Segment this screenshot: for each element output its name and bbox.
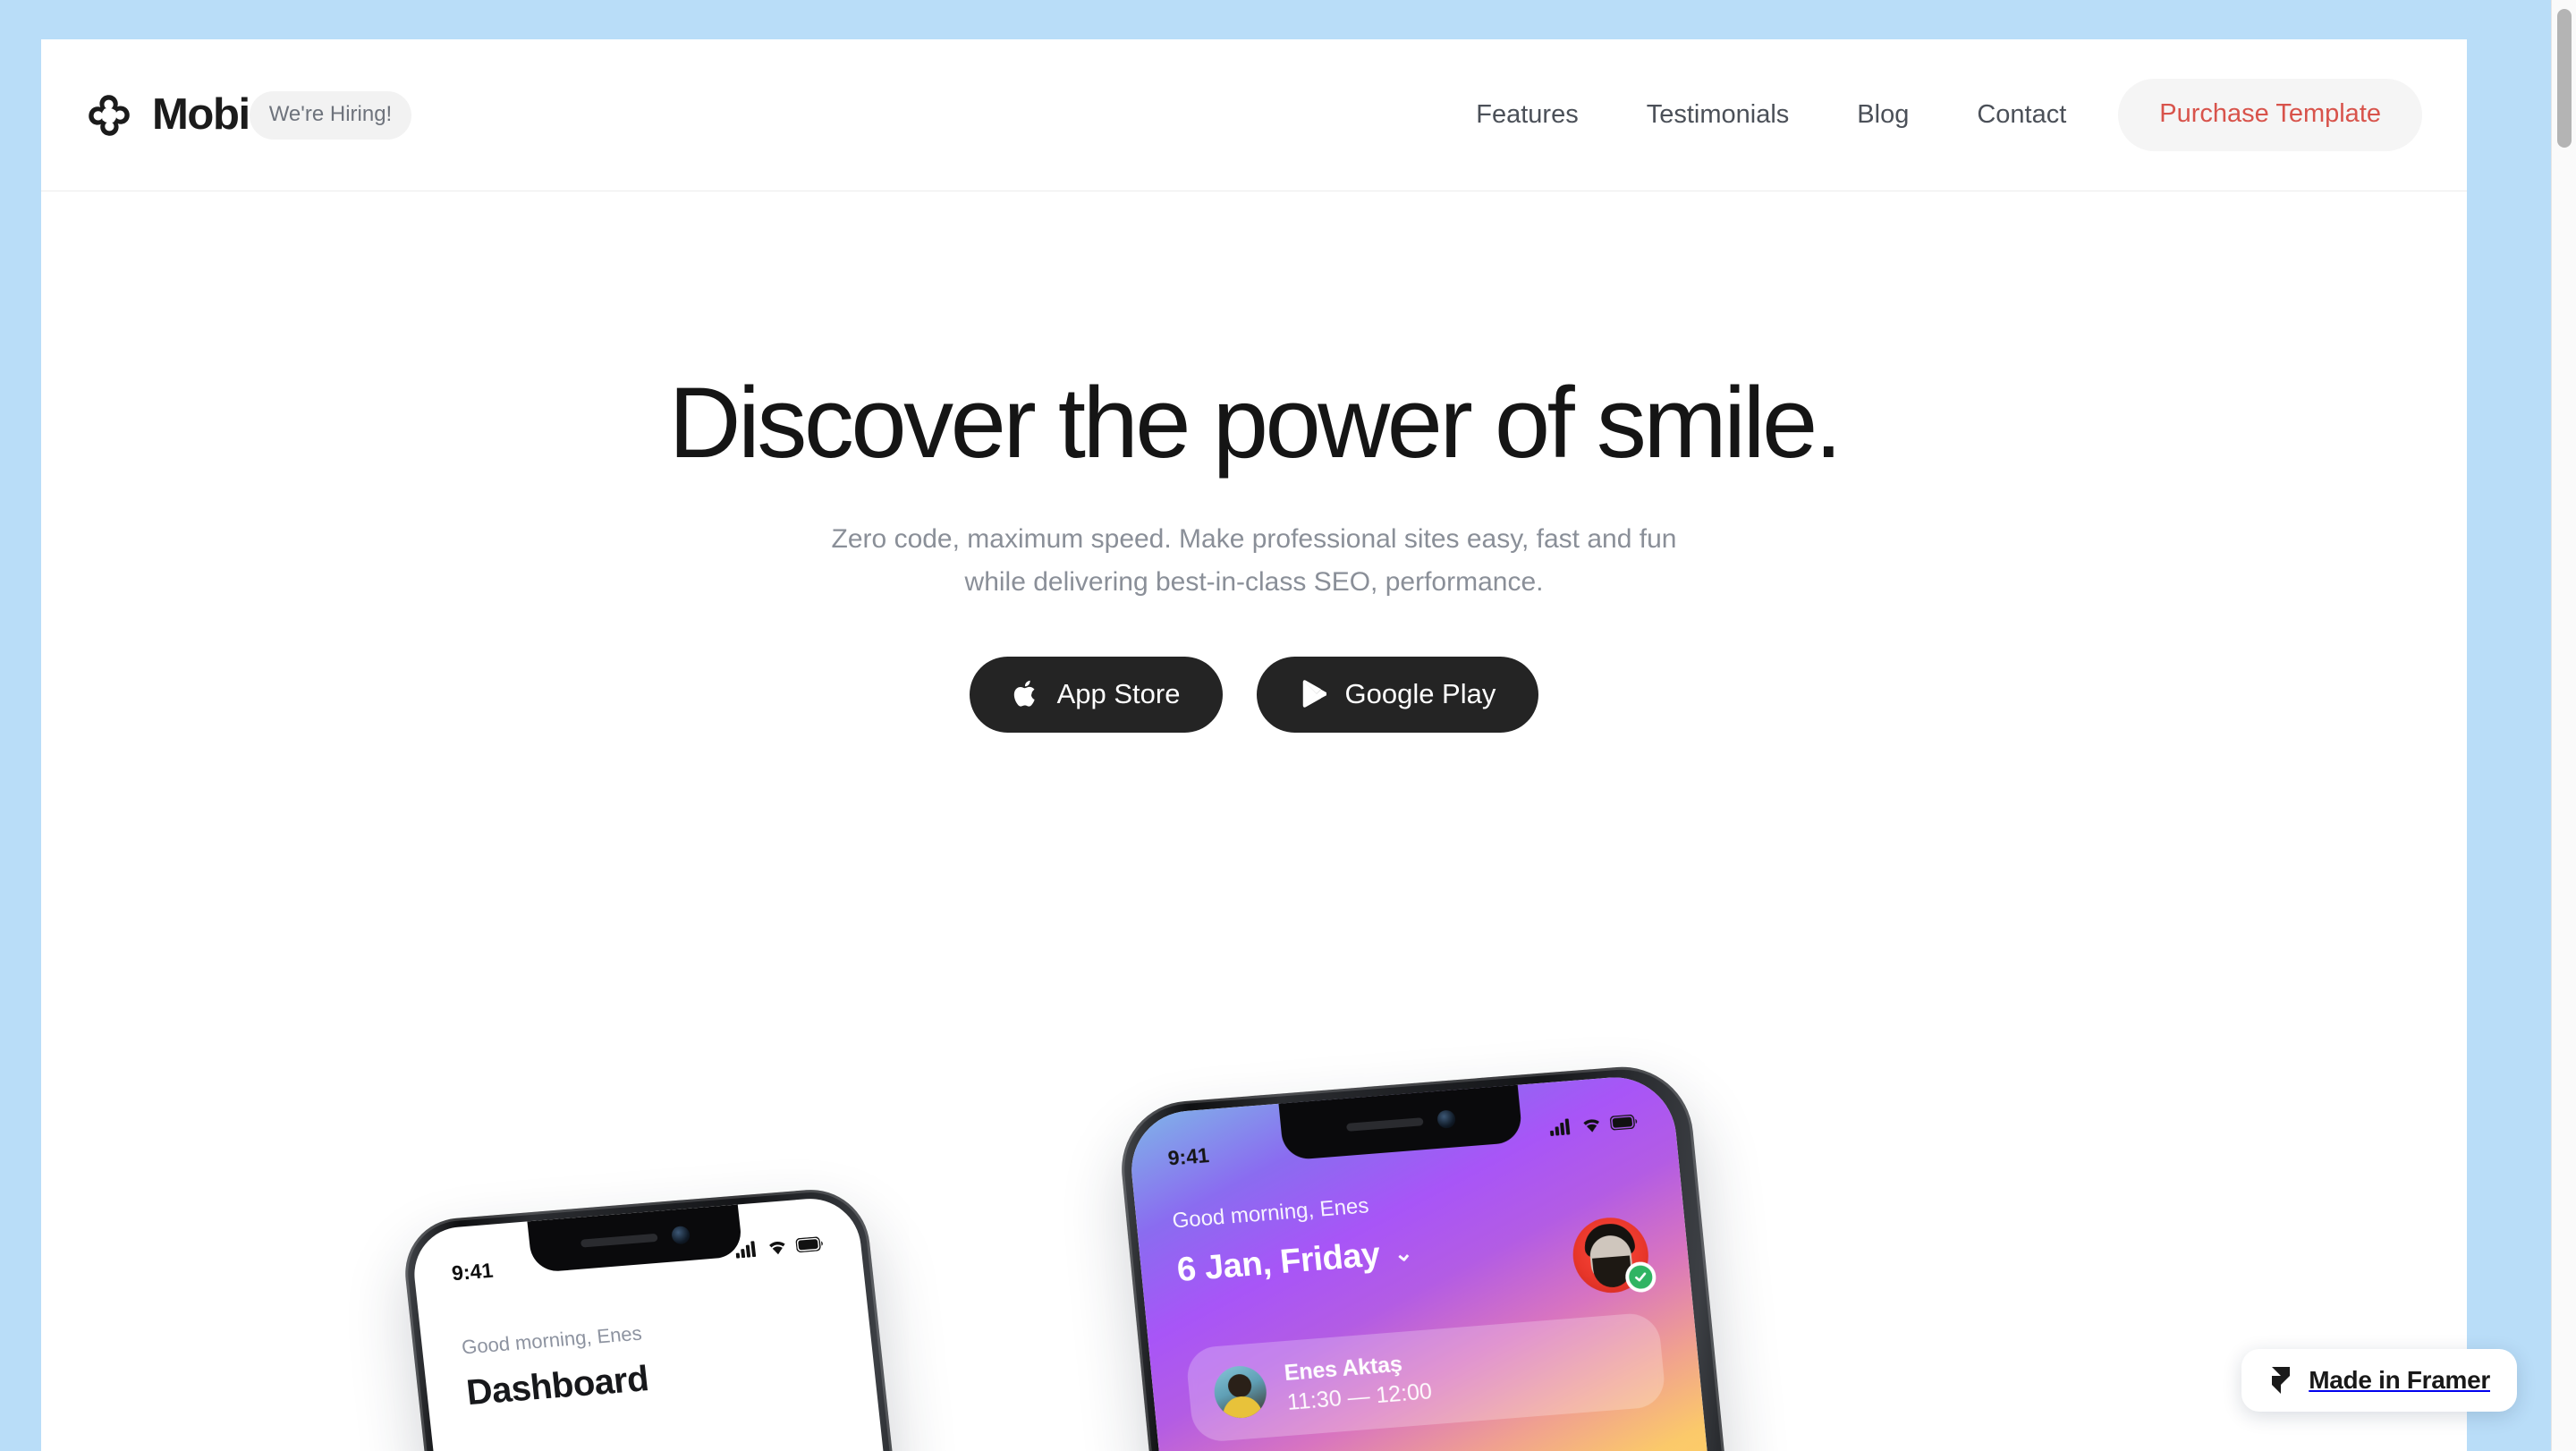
hiring-badge[interactable]: We're Hiring! bbox=[249, 90, 412, 140]
event-avatar bbox=[1211, 1363, 1269, 1421]
phone-chassis: 9:41 bbox=[1114, 1061, 1750, 1451]
vertical-scrollbar-thumb[interactable] bbox=[2557, 9, 2572, 148]
status-icon-group bbox=[734, 1235, 824, 1259]
brand-name: Mobi bbox=[152, 90, 250, 139]
hero-subtitle-line-2: while delivering best-in-class SEO, perf… bbox=[964, 567, 1544, 598]
nav-link-contact[interactable]: Contact bbox=[1943, 102, 2100, 128]
browser-viewport: Mobi We're Hiring! Features Testimonials… bbox=[0, 0, 2576, 1451]
google-play-button[interactable]: Google Play bbox=[1257, 656, 1539, 733]
status-clock: 9:41 bbox=[450, 1258, 495, 1285]
site-header: Mobi We're Hiring! Features Testimonials… bbox=[41, 39, 2467, 191]
hero-subtitle: Zero code, maximum speed. Make professio… bbox=[41, 518, 2467, 605]
cellular-signal-icon bbox=[735, 1241, 757, 1259]
hero-subtitle-line-1: Zero code, maximum speed. Make professio… bbox=[831, 523, 1677, 554]
phone-showcase: 9:41 Good morning, Enes Dashboard 9:41 G… bbox=[41, 979, 2467, 1451]
google-play-label: Google Play bbox=[1344, 677, 1496, 709]
verified-check-icon bbox=[1623, 1260, 1657, 1294]
purchase-template-button[interactable]: Purchase Template bbox=[2118, 79, 2422, 151]
battery-icon bbox=[795, 1236, 823, 1253]
page-canvas: Mobi We're Hiring! Features Testimonials… bbox=[41, 39, 2467, 1451]
phone-screen: 9:41 bbox=[409, 1194, 910, 1451]
vertical-scrollbar-track[interactable] bbox=[2551, 0, 2576, 1451]
framer-logo-icon bbox=[2272, 1367, 2291, 1394]
phone-chassis: 9:41 bbox=[399, 1185, 919, 1451]
wifi-icon bbox=[769, 1242, 785, 1255]
app-store-button[interactable]: App Store bbox=[969, 656, 1224, 733]
phone-mockup-right: 9:41 Good morning, Enes 6 Jan, Friday ⌄ … bbox=[1114, 1061, 1750, 1451]
framer-badge-label: Made in Framer bbox=[2309, 1366, 2490, 1394]
nav-link-testimonials[interactable]: Testimonials bbox=[1613, 102, 1824, 128]
phone-screen: 9:41 bbox=[1125, 1073, 1732, 1451]
status-clock: 9:41 bbox=[1166, 1142, 1210, 1170]
mobi-clover-logo-icon bbox=[89, 94, 130, 136]
brand-group[interactable]: Mobi bbox=[86, 92, 250, 139]
made-in-framer-badge[interactable]: Made in Framer bbox=[2241, 1349, 2517, 1412]
battery-icon bbox=[1609, 1114, 1638, 1131]
phone-mockup-left: 9:41 Good morning, Enes Dashboard bbox=[399, 1185, 919, 1451]
nav-link-features[interactable]: Features bbox=[1442, 102, 1612, 128]
wifi-icon bbox=[1583, 1119, 1599, 1133]
chevron-down-icon: ⌄ bbox=[1393, 1240, 1414, 1267]
main-nav: Features Testimonials Blog Contact Purch… bbox=[1442, 79, 2422, 151]
status-icon-group bbox=[1549, 1113, 1638, 1136]
apple-icon bbox=[1013, 680, 1035, 707]
app-store-label: App Store bbox=[1056, 677, 1181, 709]
event-details: Enes Aktaş 11:30 — 12:00 bbox=[1284, 1349, 1434, 1415]
hero-title: Discover the power of smile. bbox=[668, 367, 1843, 479]
date-label: 6 Jan, Friday bbox=[1175, 1235, 1382, 1290]
google-play-icon bbox=[1303, 680, 1327, 708]
cellular-signal-icon bbox=[1549, 1118, 1571, 1136]
event-card[interactable]: Enes Aktaş 11:30 — 12:00 bbox=[1184, 1311, 1667, 1444]
nav-link-blog[interactable]: Blog bbox=[1823, 102, 1943, 128]
hero-cta-group: App Store Google Play bbox=[41, 656, 2467, 733]
hero-section: Discover the power of smile. Zero code, … bbox=[41, 191, 2467, 733]
